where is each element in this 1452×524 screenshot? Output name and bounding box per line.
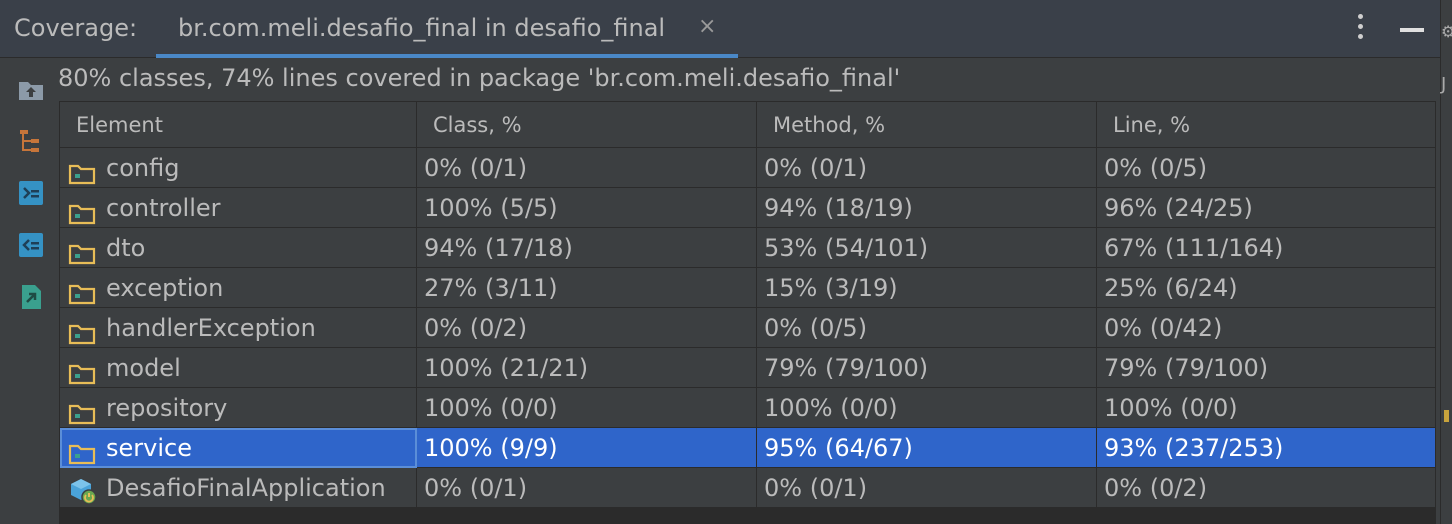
- cell-class-coverage: 0% (0/1): [417, 148, 757, 188]
- table-header: Element Class, % Method, % Line, %: [60, 102, 1435, 148]
- cell-method-coverage: 95% (64/67): [757, 428, 1097, 468]
- cell-class-coverage: 100% (9/9): [417, 428, 757, 468]
- import-data-icon[interactable]: [17, 232, 45, 258]
- cell-class-coverage: 0% (0/2): [417, 308, 757, 348]
- tab-coverage-suite[interactable]: br.com.meli.desafio_final in desafio_fin…: [156, 0, 738, 58]
- more-options-icon[interactable]: [1348, 12, 1372, 42]
- cell-line-coverage: 96% (24/25): [1097, 188, 1435, 228]
- coverage-tool-window: Coverage: br.com.meli.desafio_final in d…: [0, 0, 1452, 524]
- column-header-line[interactable]: Line, %: [1097, 102, 1435, 148]
- element-name: exception: [106, 274, 224, 302]
- element-name: repository: [106, 394, 228, 422]
- spring-boot-app-icon: [68, 477, 97, 505]
- cell-line-coverage: 0% (0/42): [1097, 308, 1435, 348]
- element-name: config: [106, 154, 180, 182]
- cell-element[interactable]: DesafioFinalApplication: [60, 468, 417, 508]
- cell-method-coverage: 79% (79/100): [757, 348, 1097, 388]
- element-name: DesafioFinalApplication: [106, 474, 386, 502]
- cell-class-coverage: 100% (0/0): [417, 388, 757, 428]
- element-name: handlerException: [106, 314, 316, 342]
- folder-icon: [68, 237, 96, 265]
- column-header-class[interactable]: Class, %: [417, 102, 757, 148]
- cell-class-coverage: 94% (17/18): [417, 228, 757, 268]
- left-toolbar: [0, 58, 58, 524]
- cell-method-coverage: 0% (0/5): [757, 308, 1097, 348]
- cell-method-coverage: 100% (0/0): [757, 388, 1097, 428]
- cell-class-coverage: 100% (5/5): [417, 188, 757, 228]
- cell-element[interactable]: config: [60, 148, 417, 188]
- go-up-icon[interactable]: [17, 76, 45, 102]
- settings-icon[interactable]: ⚙: [1441, 22, 1452, 41]
- close-icon[interactable]: ×: [698, 14, 716, 39]
- table-row[interactable]: handlerException 0% (0/2) 0% (0/5) 0% (0/42…: [60, 308, 1435, 348]
- table-row[interactable]: DesafioFinalApplication 0% (0/1) 0% (0/1) 0…: [60, 468, 1435, 508]
- table-row[interactable]: config 0% (0/1) 0% (0/1) 0% (0/5): [60, 148, 1435, 188]
- element-name: dto: [106, 234, 146, 262]
- coverage-title: Coverage:: [14, 14, 138, 42]
- table-row[interactable]: exception 27% (3/11) 15% (3/19) 25% (6/24): [60, 268, 1435, 308]
- cell-class-coverage: 100% (21/21): [417, 348, 757, 388]
- column-header-element[interactable]: Element: [60, 102, 417, 148]
- marker-icon: [1444, 410, 1449, 422]
- cell-method-coverage: 0% (0/1): [757, 468, 1097, 508]
- element-name: controller: [106, 194, 221, 222]
- table-row[interactable]: service 100% (9/9) 95% (64/67) 93% (237/253…: [60, 428, 1435, 468]
- element-name: model: [106, 354, 181, 382]
- table-row[interactable]: repository 100% (0/0) 100% (0/0) 100% (0/0): [60, 388, 1435, 428]
- minimize-icon[interactable]: [1400, 28, 1424, 32]
- element-name: service: [106, 434, 192, 462]
- cell-class-coverage: 27% (3/11): [417, 268, 757, 308]
- folder-icon: [68, 357, 96, 385]
- cell-class-coverage: 0% (0/1): [417, 468, 757, 508]
- cell-element[interactable]: handlerException: [60, 308, 417, 348]
- folder-icon: [68, 397, 96, 425]
- right-edge-strip: ⚙ J: [1440, 0, 1452, 524]
- coverage-table: Element Class, % Method, % Line, % confi…: [59, 101, 1436, 524]
- cell-line-coverage: 0% (0/2): [1097, 468, 1435, 508]
- edge-glyph-icon: J: [1441, 74, 1447, 95]
- folder-icon: [68, 157, 96, 185]
- coverage-header: Coverage: br.com.meli.desafio_final in d…: [0, 0, 1440, 58]
- folder-icon: [68, 437, 96, 465]
- table-row[interactable]: controller 100% (5/5) 94% (18/19) 96% (24/2…: [60, 188, 1435, 228]
- folder-icon: [68, 317, 96, 345]
- cell-line-coverage: 25% (6/24): [1097, 268, 1435, 308]
- cell-element[interactable]: repository: [60, 388, 417, 428]
- cell-element[interactable]: exception: [60, 268, 417, 308]
- cell-method-coverage: 53% (54/101): [757, 228, 1097, 268]
- flatten-packages-icon[interactable]: [17, 128, 45, 154]
- tab-label: br.com.meli.desafio_final in desafio_fin…: [178, 14, 666, 42]
- cell-element[interactable]: controller: [60, 188, 417, 228]
- cell-line-coverage: 79% (79/100): [1097, 348, 1435, 388]
- cell-method-coverage: 0% (0/1): [757, 148, 1097, 188]
- cell-element[interactable]: dto: [60, 228, 417, 268]
- cell-line-coverage: 100% (0/0): [1097, 388, 1435, 428]
- coverage-summary: 80% classes, 74% lines covered in packag…: [58, 64, 901, 92]
- column-header-method[interactable]: Method, %: [757, 102, 1097, 148]
- folder-icon: [68, 197, 96, 225]
- generate-report-icon[interactable]: [17, 180, 45, 206]
- cell-line-coverage: 67% (111/164): [1097, 228, 1435, 268]
- cell-line-coverage: 0% (0/5): [1097, 148, 1435, 188]
- cell-line-coverage: 93% (237/253): [1097, 428, 1435, 468]
- cell-element[interactable]: service: [60, 428, 417, 468]
- cell-element[interactable]: model: [60, 348, 417, 388]
- navigate-source-icon[interactable]: [17, 284, 45, 310]
- folder-icon: [68, 277, 96, 305]
- table-row[interactable]: model 100% (21/21) 79% (79/100) 79% (79/100…: [60, 348, 1435, 388]
- cell-method-coverage: 94% (18/19): [757, 188, 1097, 228]
- table-row[interactable]: dto 94% (17/18) 53% (54/101) 67% (111/164): [60, 228, 1435, 268]
- cell-method-coverage: 15% (3/19): [757, 268, 1097, 308]
